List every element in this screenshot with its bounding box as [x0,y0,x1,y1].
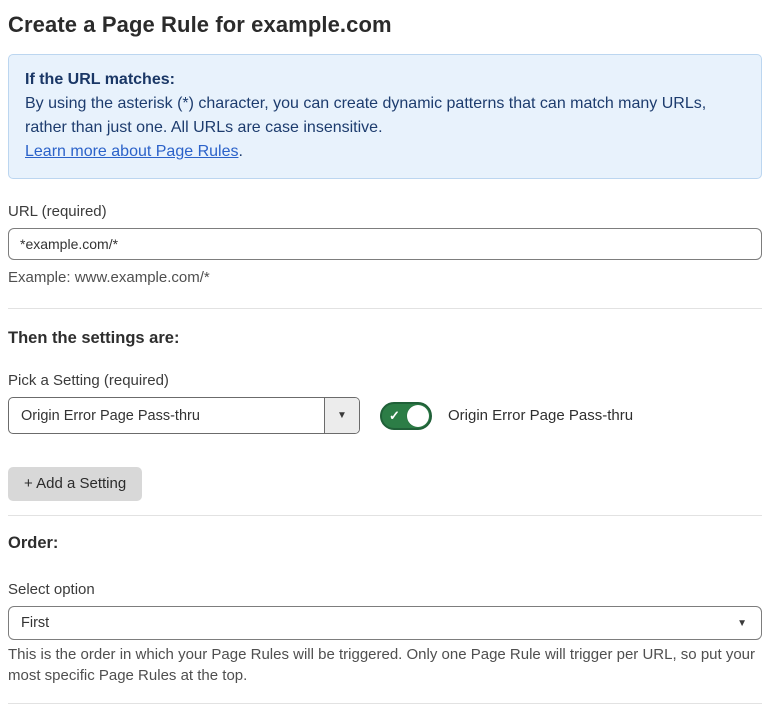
add-setting-button[interactable]: + Add a Setting [8,467,143,501]
setting-row: Origin Error Page Pass-thru ▼ ✓ Origin E… [8,397,762,434]
order-select-label: Select option [8,581,95,598]
setting-dropdown-value: Origin Error Page Pass-thru [21,407,200,424]
divider [8,515,762,516]
setting-toggle-label: Origin Error Page Pass-thru [448,407,634,424]
chevron-down-icon: ▼ [337,410,347,421]
info-box-link-line: Learn more about Page Rules. [25,140,745,164]
toggle-knob [407,404,429,427]
url-label: URL (required) [8,203,107,220]
url-input[interactable] [8,228,762,260]
divider [8,308,762,309]
learn-more-link[interactable]: Learn more about Page Rules [25,143,238,160]
divider [8,703,762,704]
setting-toggle[interactable]: ✓ [380,401,432,430]
url-example-helper: Example: www.example.com/* [8,269,210,286]
order-select-value: First [21,615,50,631]
info-box-body: By using the asterisk (*) character, you… [25,95,707,136]
settings-heading: Then the settings are: [8,329,180,347]
order-helper: This is the order in which your Page Rul… [8,646,756,684]
setting-dropdown-arrow-button[interactable]: ▼ [324,398,359,433]
chevron-down-icon: ▼ [737,617,747,629]
setting-dropdown[interactable]: Origin Error Page Pass-thru ▼ [8,397,360,434]
page-title: Create a Page Rule for example.com [8,12,392,37]
info-box-heading: If the URL matches: [25,71,175,88]
check-icon: ✓ [389,408,400,423]
pick-setting-label: Pick a Setting (required) [8,372,169,389]
link-period: . [238,143,243,160]
order-select[interactable]: First ▼ [8,606,762,640]
url-match-info-box: If the URL matches: By using the asteris… [8,54,762,179]
order-heading: Order: [8,534,59,552]
page-rule-form: Create a Page Rule for example.com If th… [0,0,770,710]
